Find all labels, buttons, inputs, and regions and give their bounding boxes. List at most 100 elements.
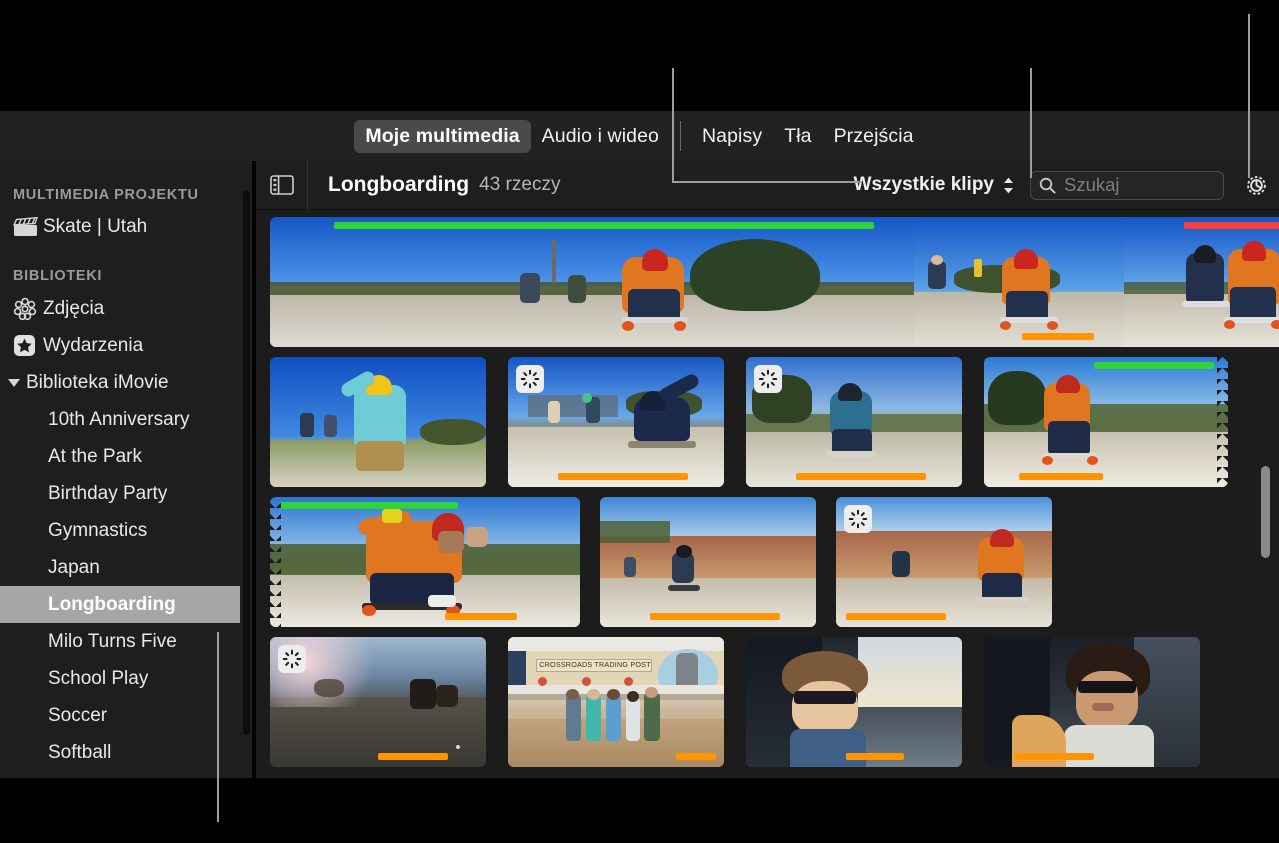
clip-thumbnail[interactable] [270, 357, 486, 487]
used-bar [1019, 473, 1103, 480]
sidebar-item-zdjecia[interactable]: Zdjęcia [0, 290, 252, 327]
clip-thumbnail[interactable] [270, 497, 580, 627]
sidebar-item-label: Skate | Utah [43, 215, 148, 237]
clip-continues-indicator [1217, 357, 1228, 487]
used-bar [796, 473, 926, 480]
media-type-tabbar: Moje multimedia Audio i wideo Napisy Tła… [0, 111, 1279, 161]
sidebar-item-birthday-party[interactable]: Birthday Party [0, 475, 252, 512]
tab-tla[interactable]: Tła [773, 120, 822, 153]
sidebar-toggle-icon[interactable] [256, 160, 308, 210]
tab-audio-i-wideo[interactable]: Audio i wideo [531, 120, 670, 153]
sidebar-item-label: Gymnastics [48, 519, 148, 541]
sidebar-item-japan[interactable]: Japan [0, 549, 252, 586]
sidebar-item-label: Wydarzenia [43, 334, 144, 356]
sidebar-item-soccer[interactable]: Soccer [0, 697, 252, 734]
clip-grid-row [270, 357, 1228, 487]
clip-thumbnail[interactable] [1124, 217, 1279, 347]
rejected-bar [1184, 222, 1279, 229]
sidebar-item-label: Biblioteka iMovie [26, 371, 169, 393]
callout-filter-popup [672, 68, 674, 182]
sidebar-item-label: Longboarding [48, 593, 176, 615]
item-count: 43 rzeczy [479, 174, 561, 195]
sidebar-section-project-media: MULTIMEDIA PROJEKTU [13, 187, 199, 203]
sidebar-item-label: Softball [48, 741, 112, 763]
clip-thumbnail[interactable] [746, 637, 962, 767]
callout-search-field [1030, 68, 1032, 178]
stabilization-badge-icon [844, 505, 872, 533]
sidebar-item-at-the-park[interactable]: At the Park [0, 438, 252, 475]
media-browser-panel: Longboarding 43 rzeczy Wszystkie klipy S… [256, 160, 1279, 778]
gear-icon[interactable] [1241, 170, 1271, 200]
up-down-chevron-icon[interactable] [1003, 177, 1014, 194]
used-bar [1022, 333, 1094, 340]
tabgroup-left: Moje multimedia Audio i wideo [354, 119, 670, 153]
sidebar-item-gymnastics[interactable]: Gymnastics [0, 512, 252, 549]
callout-settings-gear [1248, 14, 1250, 178]
sidebar-item-label: Japan [48, 556, 100, 578]
clip-thumbnail[interactable] [984, 357, 1228, 487]
clip-thumbnail[interactable] [270, 217, 914, 347]
tab-napisy[interactable]: Napisy [691, 120, 773, 153]
sidebar-scrollbar[interactable] [243, 190, 250, 735]
sidebar-item-label: Soccer [48, 704, 108, 726]
clip-thumbnail[interactable] [836, 497, 1052, 627]
tabgroup-right: Napisy Tła Przejścia [691, 120, 925, 153]
trading-post-sign-text: CROSSROADS TRADING POST [539, 660, 651, 669]
callout-filter-popup-elbow [672, 181, 862, 183]
stabilization-badge-icon [278, 645, 306, 673]
clip-continues-indicator [270, 497, 281, 627]
chevron-down-icon[interactable] [8, 378, 20, 387]
sidebar-item-10th-anniversary[interactable]: 10th Anniversary [0, 401, 252, 438]
grid-scrollbar-thumb[interactable] [1261, 466, 1270, 558]
clip-thumbnail[interactable] [270, 637, 486, 767]
sidebar-item-biblioteka-imovie[interactable]: Biblioteka iMovie [0, 364, 252, 401]
imovie-media-browser-window: Moje multimedia Audio i wideo Napisy Tła… [0, 0, 1279, 843]
browser-toolbar: Longboarding 43 rzeczy Wszystkie klipy S… [256, 160, 1279, 210]
tabbar-divider [679, 121, 681, 151]
sidebar-item-softball[interactable]: Softball [0, 734, 252, 771]
clip-grid[interactable]: CROSSROADS TRADING POST [256, 211, 1279, 778]
sidebar-item-label: Zdjęcia [43, 297, 105, 319]
sidebar-item-wydarzenia[interactable]: Wydarzenia [0, 327, 252, 364]
callout-sidebar-event [217, 632, 219, 822]
sidebar-item-longboarding[interactable]: Longboarding [0, 586, 240, 623]
sidebar-item-label: School Play [48, 667, 149, 689]
sidebar-item-label: 10th Anniversary [48, 408, 190, 430]
sidebar-item-skate-utah[interactable]: Skate | Utah [0, 208, 252, 245]
sidebar-item-label: Birthday Party [48, 482, 168, 504]
photos-flower-icon [13, 297, 43, 321]
sidebar-item-milo-turns-five[interactable]: Milo Turns Five [0, 623, 252, 660]
search-input[interactable]: Szukaj [1030, 170, 1224, 200]
clapperboard-icon [13, 216, 43, 237]
libraries-sidebar[interactable]: MULTIMEDIA PROJEKTU Skate | Utah BIBLIOT… [0, 161, 252, 778]
clip-grid-row: CROSSROADS TRADING POST [270, 637, 1200, 767]
clip-thumbnail[interactable] [984, 637, 1200, 767]
sidebar-item-label: Milo Turns Five [48, 630, 177, 652]
favorite-bar [280, 502, 458, 509]
search-placeholder: Szukaj [1064, 174, 1120, 195]
used-bar [846, 613, 946, 620]
sidebar-section-libraries: BIBLIOTEKI [13, 268, 103, 284]
used-bar [676, 753, 716, 760]
search-icon [1039, 177, 1056, 194]
used-bar [445, 613, 517, 620]
clip-thumbnail[interactable] [600, 497, 816, 627]
filter-popup-button[interactable]: Wszystkie klipy [854, 174, 994, 196]
used-bar [650, 613, 780, 620]
star-square-icon [13, 334, 43, 357]
clip-grid-row [270, 497, 1052, 627]
sidebar-item-school-play[interactable]: School Play [0, 660, 252, 697]
favorite-bar [1094, 362, 1214, 369]
favorite-bar [334, 222, 874, 229]
clip-thumbnail[interactable] [746, 357, 962, 487]
stabilization-badge-icon [516, 365, 544, 393]
stabilization-badge-icon [754, 365, 782, 393]
tab-przejscia[interactable]: Przejścia [823, 120, 925, 153]
used-bar [558, 473, 688, 480]
sidebar-item-label: At the Park [48, 445, 142, 467]
clip-thumbnail[interactable]: CROSSROADS TRADING POST [508, 637, 724, 767]
used-bar [378, 753, 448, 760]
clip-thumbnail[interactable] [914, 217, 1124, 347]
tab-moje-multimedia[interactable]: Moje multimedia [354, 119, 531, 153]
clip-thumbnail[interactable] [508, 357, 724, 487]
